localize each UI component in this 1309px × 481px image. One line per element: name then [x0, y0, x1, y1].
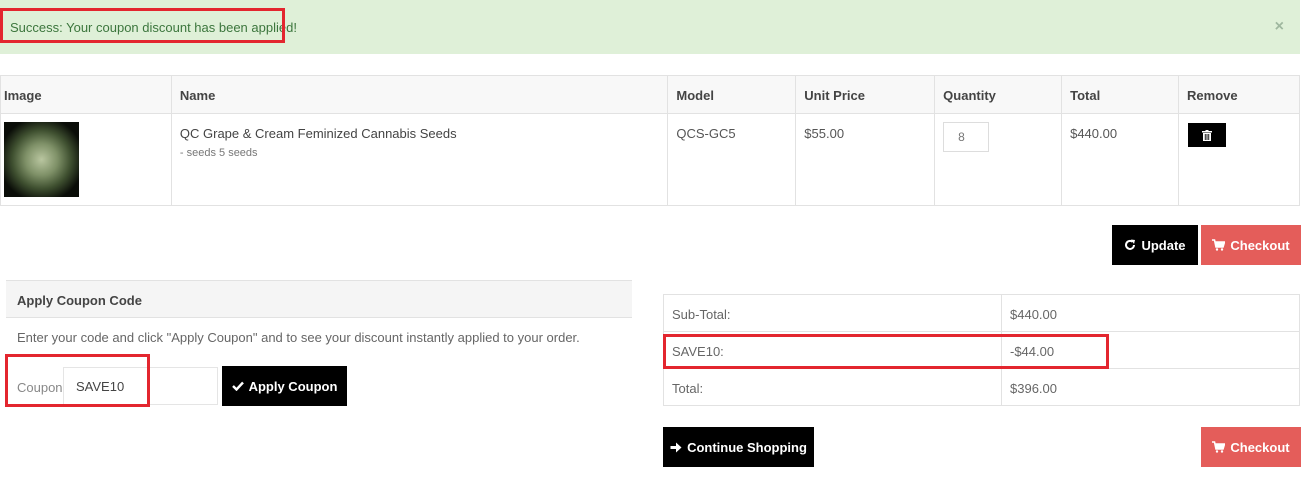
product-name-link[interactable]: QC Grape & Cream Feminized Cannabis Seed…	[180, 126, 659, 141]
alert-message: Success: Your coupon discount has been a…	[10, 20, 297, 35]
totals-row-subtotal: Sub-Total: $440.00	[663, 294, 1300, 332]
subtotal-label: Sub-Total:	[663, 294, 1002, 332]
cart-header-row: Image Name Model Unit Price Quantity Tot…	[0, 75, 1300, 114]
checkout-label-top: Checkout	[1230, 237, 1290, 253]
subtotal-value: $440.00	[1001, 294, 1300, 332]
arrow-right-icon	[670, 442, 682, 452]
coupon-discount-label: SAVE10:	[663, 331, 1002, 369]
coupon-title: Apply Coupon Code	[17, 293, 142, 308]
cart-icon	[1212, 441, 1226, 453]
close-icon[interactable]: ×	[1275, 18, 1284, 36]
product-total: $440.00	[1061, 113, 1180, 206]
product-model: QCS-GC5	[667, 113, 797, 206]
total-label: Total:	[663, 368, 1002, 406]
coupon-input[interactable]	[63, 367, 218, 405]
coupon-label: Coupon:	[17, 380, 67, 395]
product-quantity-cell	[934, 113, 1063, 206]
product-option: - seeds 5 seeds	[179, 147, 258, 159]
header-unit-price: Unit Price	[795, 75, 936, 114]
trash-icon	[1202, 129, 1213, 141]
cart-table: Image Name Model Unit Price Quantity Tot…	[0, 75, 1300, 206]
header-name: Name	[170, 75, 669, 114]
cart-icon	[1212, 239, 1226, 251]
coupon-description: Enter your code and click "Apply Coupon"…	[17, 330, 580, 345]
header-quantity: Quantity	[934, 75, 1063, 114]
continue-shopping-label: Continue Shopping	[687, 439, 807, 455]
product-image[interactable]	[4, 122, 79, 197]
product-name-cell: QC Grape & Cream Feminized Cannabis Seed…	[170, 113, 669, 206]
header-image: Image	[0, 75, 172, 114]
totals-row-coupon: SAVE10: -$44.00	[663, 331, 1300, 369]
totals-table: Sub-Total: $440.00 SAVE10: -$44.00 Total…	[663, 294, 1300, 406]
total-text: $440.00	[1070, 126, 1118, 141]
continue-shopping-button[interactable]: Continue Shopping	[663, 427, 814, 467]
checkout-button-top[interactable]: Checkout	[1201, 225, 1301, 265]
quantity-input[interactable]	[943, 122, 990, 152]
product-image-cell	[0, 113, 172, 206]
unit-price-text: $55.00	[804, 126, 845, 141]
product-model-text: QCS-GC5	[676, 126, 736, 141]
success-alert: Success: Your coupon discount has been a…	[0, 0, 1300, 54]
total-value: $396.00	[1001, 368, 1300, 406]
coupon-discount-value: -$44.00	[1001, 331, 1300, 369]
checkout-button-bottom[interactable]: Checkout	[1201, 427, 1301, 467]
apply-coupon-button[interactable]: Apply Coupon	[222, 366, 347, 406]
remove-cell	[1178, 113, 1300, 206]
coupon-panel-header: Apply Coupon Code	[6, 280, 632, 318]
refresh-icon	[1125, 239, 1136, 250]
check-icon	[231, 381, 244, 391]
checkout-label-bottom: Checkout	[1230, 439, 1290, 455]
totals-row-total: Total: $396.00	[663, 368, 1300, 406]
header-model: Model	[667, 75, 797, 114]
remove-button[interactable]	[1188, 123, 1227, 147]
update-label: Update	[1141, 237, 1186, 253]
update-button[interactable]: Update	[1112, 225, 1198, 265]
apply-coupon-label: Apply Coupon	[248, 378, 338, 394]
header-total: Total	[1061, 75, 1180, 114]
header-remove: Remove	[1178, 75, 1300, 114]
table-row: QC Grape & Cream Feminized Cannabis Seed…	[0, 113, 1300, 206]
product-unit-price: $55.00	[795, 113, 936, 206]
